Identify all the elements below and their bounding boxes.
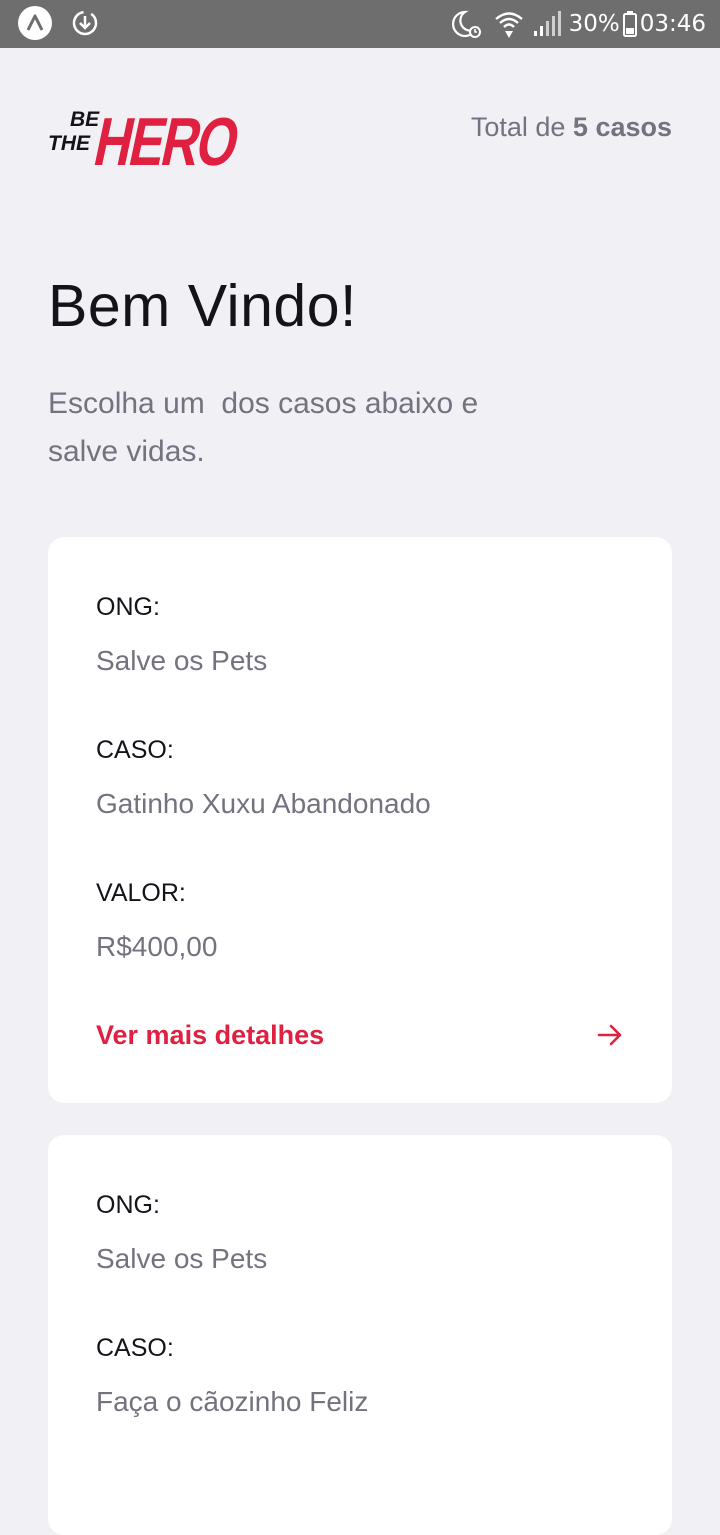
- details-label: Ver mais detalhes: [96, 1019, 325, 1050]
- case-label: CASO:: [96, 1334, 174, 1362]
- value-amount: R$400,00: [96, 931, 218, 962]
- wifi-icon: [493, 9, 525, 39]
- logo-hero: HERO: [88, 104, 238, 170]
- moon-alarm-icon: [449, 9, 485, 39]
- case-value: Faça o cãozinho Feliz: [96, 1386, 369, 1417]
- page-description: Escolha um dos casos abaixo e salve vida…: [48, 387, 479, 468]
- arrow-right-icon: [596, 1021, 624, 1049]
- incident-card: ONG: Salve os Pets CASO: Gatinho Xuxu Ab…: [48, 537, 672, 1103]
- ong-value: Salve os Pets: [96, 645, 268, 676]
- clock: 03:46: [639, 11, 706, 37]
- status-bar: 30% 03:46: [0, 0, 720, 48]
- logo-be: BE: [70, 108, 100, 131]
- ong-value: Salve os Pets: [96, 1243, 268, 1274]
- be-the-hero-logo: BE THE HERO: [48, 86, 245, 180]
- ong-label: ONG:: [96, 1191, 160, 1219]
- app-notification-icon: [18, 6, 52, 40]
- battery-percent: 30%: [568, 11, 620, 37]
- download-icon: [70, 8, 100, 38]
- ong-label: ONG:: [96, 593, 160, 621]
- incident-card: ONG: Salve os Pets CASO: Faça o cãozinho…: [48, 1135, 672, 1535]
- value-label: VALOR:: [96, 879, 186, 907]
- total-prefix: Total de: [470, 112, 566, 142]
- battery-icon: [622, 11, 637, 37]
- details-button[interactable]: Ver mais detalhes: [96, 1007, 624, 1063]
- case-label: CASO:: [96, 736, 174, 764]
- case-value: Gatinho Xuxu Abandonado: [96, 788, 431, 819]
- signal-icon: [533, 11, 561, 37]
- logo-the: THE: [48, 132, 91, 155]
- total-count: 5 casos: [572, 112, 672, 142]
- page-title: Bem Vindo!: [48, 273, 357, 339]
- total-cases: Total de 5 casos: [471, 112, 672, 143]
